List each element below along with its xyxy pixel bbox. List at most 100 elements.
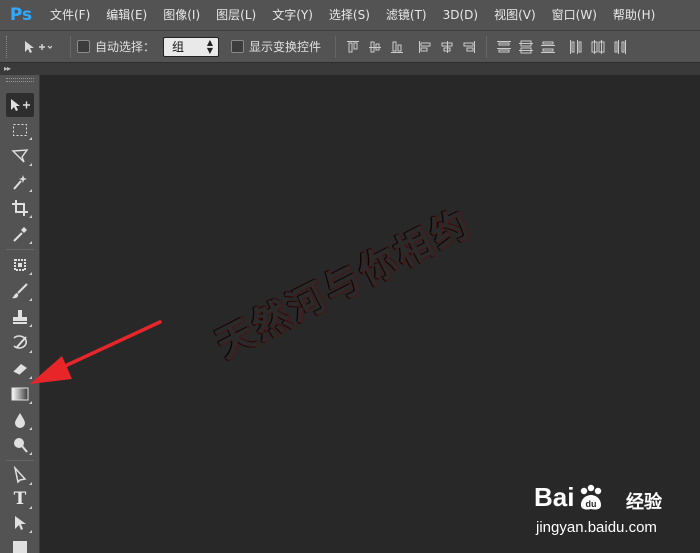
options-bar-grip[interactable] (6, 35, 18, 58)
healing-brush-icon (14, 259, 26, 271)
move-tool-icon (25, 40, 52, 53)
align-hcenter-icon (441, 40, 453, 53)
menu-item-filter[interactable]: 滤镜(T) (378, 0, 435, 30)
baidu-logo: Bai du u (534, 482, 608, 513)
auto-select-dropdown[interactable]: 组 ▲ ▼ (163, 36, 220, 57)
rectangle-shape-icon (13, 541, 27, 553)
menu-item-image[interactable]: 图像(I) (155, 0, 208, 30)
eraser-icon (12, 364, 27, 376)
menu-item-edit[interactable]: 编辑(E) (98, 0, 155, 30)
pen-tool[interactable] (6, 463, 34, 487)
separator (486, 35, 488, 58)
menu-item-select[interactable]: 选择(S) (321, 0, 378, 30)
type-icon: T (13, 489, 27, 509)
expand-panels-icon[interactable]: ▸▸ (4, 64, 11, 73)
distribute-right-icon (614, 39, 627, 54)
align-right-icon (463, 40, 476, 53)
distribute-top-button[interactable] (493, 36, 515, 58)
auto-select-checkbox[interactable] (77, 40, 90, 53)
align-vertical-centers-button[interactable] (364, 36, 386, 58)
tools-panel: T (0, 75, 40, 553)
baidu-jingyan-watermark: Bai du u 经验 jingyan.baidu.com (528, 474, 698, 548)
polygonal-lasso-icon (11, 149, 29, 163)
tool-separator (6, 460, 34, 461)
rectangular-marquee-icon (13, 124, 27, 136)
align-horizontal-centers-button[interactable] (436, 36, 458, 58)
panel-strip: ▸▸ (0, 63, 700, 75)
distribute-left-button[interactable] (565, 36, 587, 58)
eyedropper-tool[interactable] (6, 222, 34, 246)
lasso-tool[interactable] (6, 144, 34, 168)
align-buttons (342, 36, 480, 58)
align-left-icon (419, 40, 431, 53)
distribute-bottom-button[interactable] (537, 36, 559, 58)
align-right-edges-button[interactable] (458, 36, 480, 58)
distribute-hcenter-button[interactable] (587, 36, 609, 58)
menu-bar: Ps 文件(F) 编辑(E) 图像(I) 图层(L) 文字(Y) 选择(S) 滤… (0, 0, 700, 30)
pen-icon (13, 466, 27, 484)
tool-preset-picker[interactable] (22, 39, 64, 55)
distribute-vcenter-button[interactable] (515, 36, 537, 58)
align-bottom-edges-button[interactable] (386, 36, 408, 58)
blur-tool[interactable] (6, 408, 34, 432)
menu-item-3d[interactable]: 3D(D) (435, 0, 486, 30)
baidu-paw-icon: du (581, 484, 602, 510)
crop-tool[interactable] (6, 196, 34, 220)
options-bar: 自动选择： 组 ▲ ▼ 显示变换控件 (0, 30, 700, 63)
healing-brush-tool[interactable] (6, 253, 34, 277)
move-icon (11, 99, 30, 111)
svg-text:du: du (586, 499, 597, 509)
path-selection-tool[interactable] (6, 511, 34, 535)
history-brush-icon (13, 335, 28, 349)
distribute-right-button[interactable] (609, 36, 631, 58)
brush-icon (12, 283, 28, 299)
separator (335, 35, 337, 58)
baidu-logo-left: Bai (534, 482, 575, 512)
dodge-tool[interactable] (6, 433, 34, 457)
align-top-edges-button[interactable] (342, 36, 364, 58)
path-selection-icon (15, 516, 26, 530)
move-tool[interactable] (6, 93, 34, 117)
eraser-tool[interactable] (6, 357, 34, 381)
crop-icon (12, 200, 28, 216)
distribute-left-icon (570, 39, 582, 54)
marquee-tool[interactable] (6, 118, 34, 142)
menu-item-file[interactable]: 文件(F) (42, 0, 98, 30)
clone-stamp-tool[interactable] (6, 305, 34, 329)
show-transform-checkbox[interactable] (231, 40, 245, 53)
clone-stamp-icon (13, 310, 27, 324)
show-transform-label: 显示变换控件 (249, 40, 322, 54)
menu-item-window[interactable]: 窗口(W) (544, 0, 605, 30)
stepper-arrows-icon: ▲ ▼ (206, 37, 214, 55)
menu-item-help[interactable]: 帮助(H) (605, 0, 663, 30)
align-bottom-icon (391, 41, 404, 53)
align-left-edges-button[interactable] (414, 36, 436, 58)
align-vcenter-icon (369, 41, 382, 52)
align-top-icon (347, 40, 360, 52)
menu-item-layer[interactable]: 图层(L) (208, 0, 264, 30)
baidu-url: jingyan.baidu.com (536, 519, 657, 536)
gradient-tool[interactable] (6, 382, 34, 406)
type-tool[interactable]: T (6, 487, 34, 511)
tool-separator (6, 249, 34, 250)
dodge-icon (14, 438, 28, 453)
history-brush-tool[interactable] (6, 331, 34, 355)
blur-icon (15, 413, 25, 428)
brush-tool[interactable] (6, 279, 34, 303)
auto-select-label: 自动选择： (95, 40, 156, 54)
photoshop-logo: Ps (9, 5, 33, 25)
magic-wand-icon (13, 175, 27, 190)
menu-item-view[interactable]: 视图(V) (486, 0, 544, 30)
tools-panel-grip[interactable] (5, 78, 34, 82)
distribute-vcenter-icon (519, 40, 534, 53)
magic-wand-tool[interactable] (6, 170, 34, 194)
distribute-bottom-icon (541, 41, 556, 53)
distribute-hcenter-icon (591, 39, 605, 54)
eyedropper-icon (13, 227, 27, 242)
separator (70, 35, 71, 58)
menu-item-type[interactable]: 文字(Y) (264, 0, 321, 30)
baidu-product-name: 经验 (626, 492, 662, 513)
gradient-icon (11, 387, 29, 401)
distribute-top-icon (497, 40, 512, 52)
shape-tool[interactable] (6, 535, 34, 553)
